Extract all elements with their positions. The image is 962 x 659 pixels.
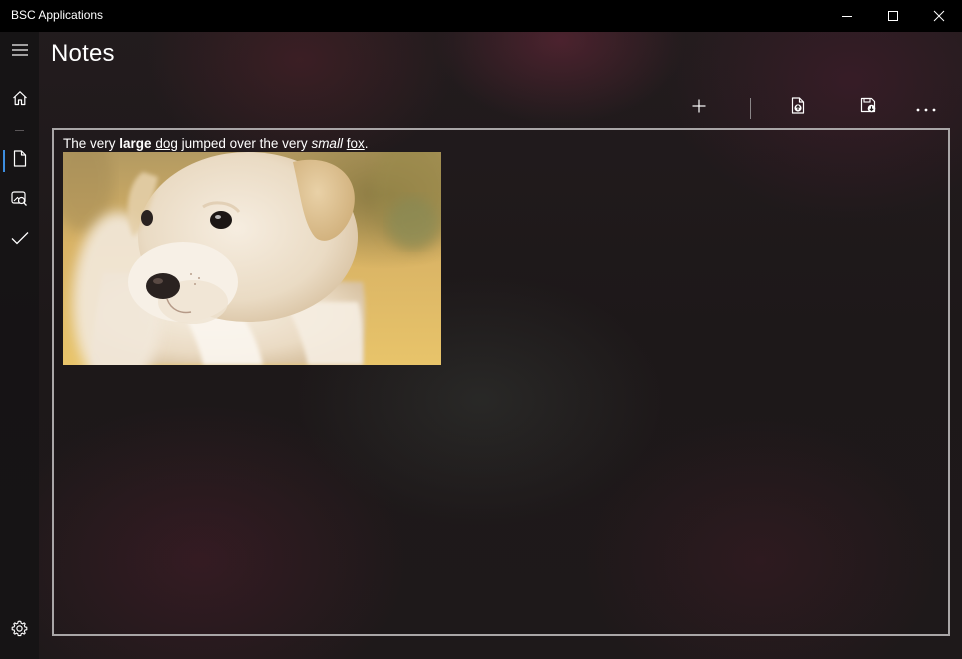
text-segment-bold: large [119, 136, 152, 151]
checkmark-icon [11, 231, 29, 250]
app-window: BSC Applications Notes The very large do… [0, 0, 962, 659]
note-editor[interactable]: The very large dog jumped over the very … [52, 128, 950, 636]
nav-item-notes[interactable] [0, 141, 39, 181]
text-segment: . [364, 136, 369, 151]
save-icon [860, 97, 877, 119]
text-segment: jumped over the very [177, 136, 312, 151]
window-title: BSC Applications [11, 8, 104, 22]
text-segment-underline: fox [346, 136, 365, 151]
more-options-button[interactable] [906, 92, 946, 124]
page-title: Notes [51, 40, 115, 67]
title-bar[interactable]: BSC Applications [0, 0, 962, 32]
save-button[interactable] [848, 92, 888, 124]
close-icon [933, 10, 945, 22]
text-segment: The very [63, 136, 120, 151]
nav-item-tasks[interactable] [0, 220, 39, 260]
text-segment-underline: dog [155, 136, 178, 151]
hamburger-menu-icon [11, 43, 28, 61]
navigation-pane [0, 32, 39, 659]
add-icon [692, 99, 706, 118]
text-segment-italic: small [311, 136, 343, 151]
open-file-icon [791, 97, 806, 119]
note-text: The very large dog jumped over the very … [63, 136, 369, 152]
puppy-photo[interactable] [63, 152, 441, 365]
image-search-icon [11, 190, 28, 212]
minimize-icon [841, 10, 853, 22]
more-icon [916, 99, 936, 117]
nav-item-images[interactable] [0, 181, 39, 221]
minimize-button[interactable] [824, 0, 870, 32]
nav-item-settings[interactable] [0, 611, 39, 651]
home-icon [12, 90, 28, 111]
maximize-icon [887, 10, 899, 22]
toolbar-separator [750, 98, 751, 119]
document-icon [13, 150, 27, 172]
gear-icon [11, 620, 28, 642]
hamburger-menu-button[interactable] [0, 32, 39, 72]
open-file-button[interactable] [778, 92, 818, 124]
add-button[interactable] [679, 92, 719, 124]
nav-separator [15, 130, 24, 131]
nav-item-home[interactable] [0, 80, 39, 120]
maximize-button[interactable] [870, 0, 916, 32]
close-button[interactable] [916, 0, 962, 32]
